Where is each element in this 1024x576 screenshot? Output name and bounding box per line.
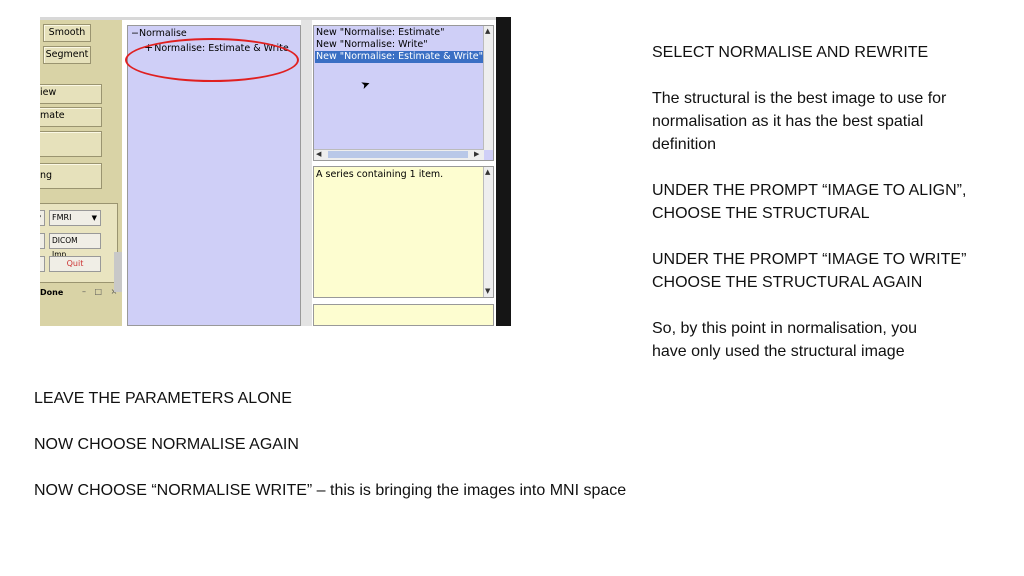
list-item[interactable]: New "Normalise: Write" bbox=[316, 39, 428, 51]
instruction-text: CHOOSE THE STRUCTURAL bbox=[652, 205, 870, 222]
tree-child-label: Normalise: Estimate & Write bbox=[154, 43, 289, 54]
left-select-button[interactable]: ▼ bbox=[40, 210, 45, 226]
vertical-scrollbar[interactable]: ▲ ▼ bbox=[483, 167, 493, 297]
dark-window-edge bbox=[496, 17, 511, 326]
instruction-text: So, by this point in normalisation, you bbox=[652, 320, 918, 337]
scroll-left-icon[interactable]: ◀ bbox=[316, 150, 321, 158]
instruction-heading: SELECT NORMALISE AND REWRITE bbox=[652, 44, 929, 61]
value-pane bbox=[313, 304, 494, 326]
utilities-panel: ▼ FMRI ▼ DICOM Imp... Quit bbox=[40, 203, 118, 283]
expand-icon[interactable]: + bbox=[144, 41, 153, 54]
list-item-selected[interactable]: New "Normalise: Estimate & Write" bbox=[315, 51, 486, 63]
horizontal-scrollbar[interactable]: ◀ ▶ bbox=[314, 149, 484, 160]
segment-button[interactable]: Segment bbox=[43, 46, 91, 64]
tree-root-label: Normalise bbox=[138, 28, 187, 39]
list-item[interactable]: New "Normalise: Estimate" bbox=[316, 27, 444, 39]
chevron-down-icon: ▼ bbox=[40, 211, 41, 225]
scroll-up-icon[interactable]: ▲ bbox=[485, 168, 490, 176]
scrollbar-thumb[interactable] bbox=[328, 151, 468, 158]
status-label: Done bbox=[40, 288, 64, 297]
instruction-text: The structural is the best image to use … bbox=[652, 90, 947, 107]
results-button[interactable]: ng bbox=[40, 163, 102, 189]
scroll-right-icon[interactable]: ▶ bbox=[474, 150, 479, 158]
vertical-scrollbar[interactable]: ▲ bbox=[483, 26, 493, 150]
scroll-up-icon[interactable]: ▲ bbox=[485, 27, 490, 35]
modality-select-value: FMRI bbox=[52, 213, 72, 222]
instruction-text: normalisation as it has the best spatial bbox=[652, 113, 924, 130]
instruction-text: NOW CHOOSE “NORMALISE WRITE” – this is b… bbox=[34, 482, 627, 499]
review-button[interactable]: iew bbox=[40, 84, 102, 104]
quit-button[interactable]: Quit bbox=[49, 256, 101, 272]
help-info-pane: A series containing 1 item. ▲ ▼ bbox=[313, 166, 494, 298]
instruction-text: definition bbox=[652, 136, 717, 153]
instruction-text: NOW CHOOSE NORMALISE AGAIN bbox=[34, 436, 299, 453]
instruction-text: LEAVE THE PARAMETERS ALONE bbox=[34, 390, 292, 407]
instruction-text: UNDER THE PROMPT “IMAGE TO ALIGN”, bbox=[652, 182, 967, 199]
left-util-button[interactable] bbox=[40, 233, 45, 249]
module-list: New "Normalise: Estimate" New "Normalise… bbox=[313, 25, 494, 161]
batch-tree-pane: −Normalise +Normalise: Estimate & Write bbox=[127, 25, 301, 326]
spm-batch-editor-screenshot: Smooth Segment iew mate ng ▼ FMRI ▼ DICO… bbox=[40, 17, 511, 326]
collapse-icon[interactable]: − bbox=[131, 28, 139, 39]
instruction-text: CHOOSE THE STRUCTURAL AGAIN bbox=[652, 274, 923, 291]
scroll-down-icon[interactable]: ▼ bbox=[485, 287, 490, 295]
chevron-down-icon: ▼ bbox=[91, 214, 97, 222]
modality-select[interactable]: FMRI ▼ bbox=[49, 210, 101, 226]
empty-menu-button[interactable] bbox=[40, 131, 102, 157]
dicom-import-button[interactable]: DICOM Imp... bbox=[49, 233, 101, 259]
pane-divider bbox=[301, 20, 312, 326]
smooth-button[interactable]: Smooth bbox=[43, 24, 91, 42]
tree-child-item[interactable]: +Normalise: Estimate & Write bbox=[144, 41, 289, 54]
tree-root-item[interactable]: −Normalise bbox=[131, 28, 187, 39]
instruction-text: have only used the structural image bbox=[652, 343, 905, 360]
estimate-button[interactable]: mate bbox=[40, 107, 102, 127]
info-text: A series containing 1 item. bbox=[316, 169, 444, 180]
left-util-button-2[interactable] bbox=[40, 256, 45, 272]
scrollbar[interactable] bbox=[114, 252, 122, 292]
spm-menu-panel: Smooth Segment iew mate ng ▼ FMRI ▼ DICO… bbox=[40, 20, 122, 326]
instruction-text: UNDER THE PROMPT “IMAGE TO WRITE” bbox=[652, 251, 967, 268]
